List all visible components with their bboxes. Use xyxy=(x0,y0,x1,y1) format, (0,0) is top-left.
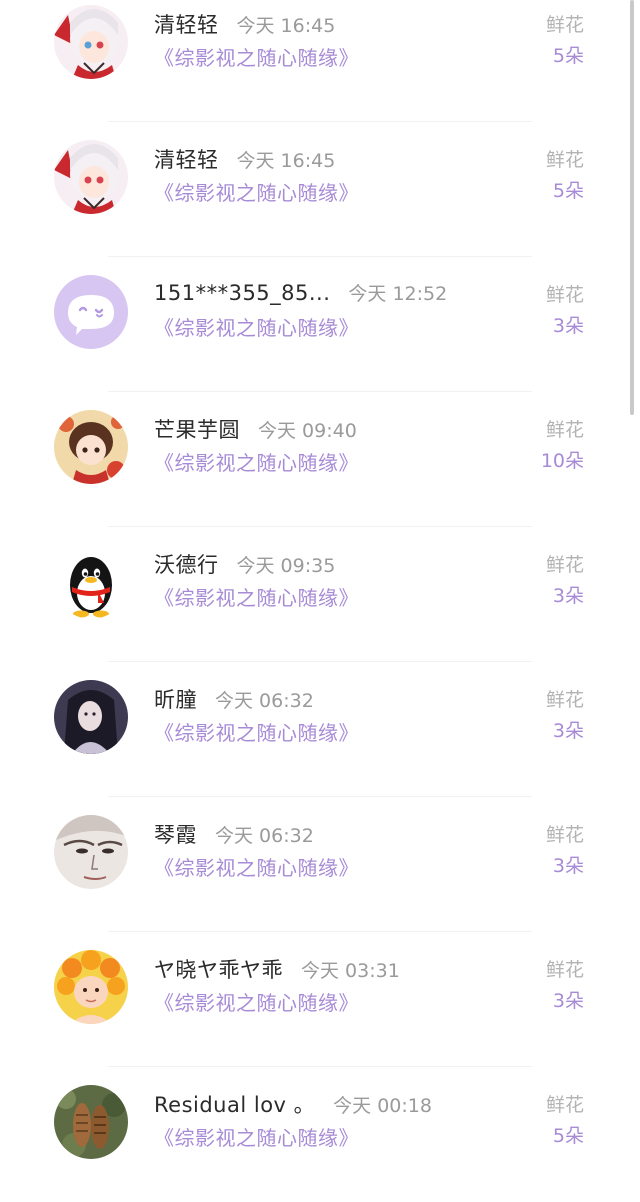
gift-count: 3朵 xyxy=(552,990,584,1012)
timestamp: 今天 16:45 xyxy=(236,150,336,172)
avatar[interactable] xyxy=(54,545,128,619)
gift-count: 10朵 xyxy=(540,450,584,472)
gift-type-label: 鲜花 xyxy=(545,554,584,576)
list-item[interactable]: ヤ晓ヤ乖ヤ乖 今天 03:31 《综影视之随心随缘》 鲜花 3朵 xyxy=(0,932,640,1067)
book-title-link[interactable]: 《综影视之随心随缘》 xyxy=(154,447,359,476)
list-item[interactable]: 清轻轻 今天 16:45 《综影视之随心随缘》 鲜花 5朵 xyxy=(0,122,640,257)
book-title-link[interactable]: 《综影视之随心随缘》 xyxy=(154,987,359,1016)
gift-type-label: 鲜花 xyxy=(545,284,584,306)
list-item[interactable]: 昕朣 今天 06:32 《综影视之随心随缘》 鲜花 3朵 xyxy=(0,662,640,797)
nickname: 琴霞 xyxy=(154,823,197,847)
list-item[interactable]: 芒果芋圆 今天 09:40 《综影视之随心随缘》 鲜花 10朵 xyxy=(0,392,640,527)
nickname: 昕朣 xyxy=(154,688,197,712)
avatar[interactable] xyxy=(54,815,128,889)
nickname: 芒果芋圆 xyxy=(154,418,240,442)
book-title-link[interactable]: 《综影视之随心随缘》 xyxy=(154,312,359,341)
gift-type-label: 鲜花 xyxy=(545,689,584,711)
nickname: Residual lov 。 xyxy=(154,1093,316,1117)
avatar[interactable] xyxy=(54,275,128,349)
nickname: 清轻轻 xyxy=(154,13,219,37)
avatar[interactable] xyxy=(54,410,128,484)
gift-count: 3朵 xyxy=(552,315,584,337)
default-chat-avatar-icon xyxy=(54,275,128,349)
gift-type-label: 鲜花 xyxy=(545,1094,584,1116)
illustrated-girl-avatar-icon xyxy=(54,410,128,484)
list-item[interactable]: 清轻轻 今天 16:45 《综影视之随心随缘》 鲜花 5朵 xyxy=(0,0,640,122)
avatar[interactable] xyxy=(54,950,128,1024)
gift-count: 3朵 xyxy=(552,585,584,607)
book-title-link[interactable]: 《综影视之随心随缘》 xyxy=(154,1122,359,1151)
scrollbar[interactable] xyxy=(630,0,634,415)
list-item[interactable]: 琴霞 今天 06:32 《综影视之随心随缘》 鲜花 3朵 xyxy=(0,797,640,932)
book-title-link[interactable]: 《综影视之随心随缘》 xyxy=(154,177,359,206)
gift-count: 3朵 xyxy=(552,855,584,877)
book-title-link[interactable]: 《综影视之随心随缘》 xyxy=(154,42,359,71)
avatar[interactable] xyxy=(54,140,128,214)
avatar[interactable] xyxy=(54,5,128,79)
gift-count: 5朵 xyxy=(552,45,584,67)
list-item[interactable]: 沃德行 今天 09:35 《综影视之随心随缘》 鲜花 3朵 xyxy=(0,527,640,662)
gift-type-label: 鲜花 xyxy=(545,824,584,846)
timestamp: 今天 12:52 xyxy=(348,283,448,305)
sketch-portrait-avatar-icon xyxy=(54,815,128,889)
nickname: ヤ晓ヤ乖ヤ乖 xyxy=(154,958,283,982)
timestamp: 今天 09:40 xyxy=(258,420,357,442)
nickname: 沃德行 xyxy=(154,553,219,577)
gift-type-label: 鲜花 xyxy=(545,149,584,171)
penguin-avatar-icon xyxy=(54,545,128,619)
timestamp: 今天 00:18 xyxy=(333,1095,432,1117)
avatar[interactable] xyxy=(54,680,128,754)
gift-type-label: 鲜花 xyxy=(545,959,584,981)
list-item[interactable]: Residual lov 。 今天 00:18 《综影视之随心随缘》 鲜花 5朵 xyxy=(0,1067,640,1202)
gift-type-label: 鲜花 xyxy=(545,419,584,441)
gift-type-label: 鲜花 xyxy=(545,14,584,36)
gift-count: 5朵 xyxy=(552,180,584,202)
timestamp: 今天 16:45 xyxy=(236,15,336,37)
list-item[interactable]: 151***355_85... 今天 12:52 《综影视之随心随缘》 鲜花 3… xyxy=(0,257,640,392)
gift-count: 5朵 xyxy=(552,1125,584,1147)
timestamp: 今天 06:32 xyxy=(215,825,314,847)
nickname: 清轻轻 xyxy=(154,148,219,172)
dark-hair-portrait-avatar-icon xyxy=(54,680,128,754)
anime-girl-avatar-icon xyxy=(54,140,128,214)
timestamp: 今天 03:31 xyxy=(301,960,400,982)
nickname: 151***355_85... xyxy=(154,281,331,305)
gift-count: 3朵 xyxy=(552,720,584,742)
anime-girl-avatar-icon xyxy=(54,5,128,79)
book-title-link[interactable]: 《综影视之随心随缘》 xyxy=(154,717,359,746)
book-title-link[interactable]: 《综影视之随心随缘》 xyxy=(154,582,359,611)
book-title-link[interactable]: 《综影视之随心随缘》 xyxy=(154,852,359,881)
gift-record-list: 清轻轻 今天 16:45 《综影视之随心随缘》 鲜花 5朵 清轻轻 今天 16: xyxy=(0,0,640,1202)
timestamp: 今天 09:35 xyxy=(236,555,336,577)
shoes-photo-avatar-icon xyxy=(54,1085,128,1159)
avatar[interactable] xyxy=(54,1085,128,1159)
baby-flower-avatar-icon xyxy=(54,950,128,1024)
timestamp: 今天 06:32 xyxy=(215,690,314,712)
